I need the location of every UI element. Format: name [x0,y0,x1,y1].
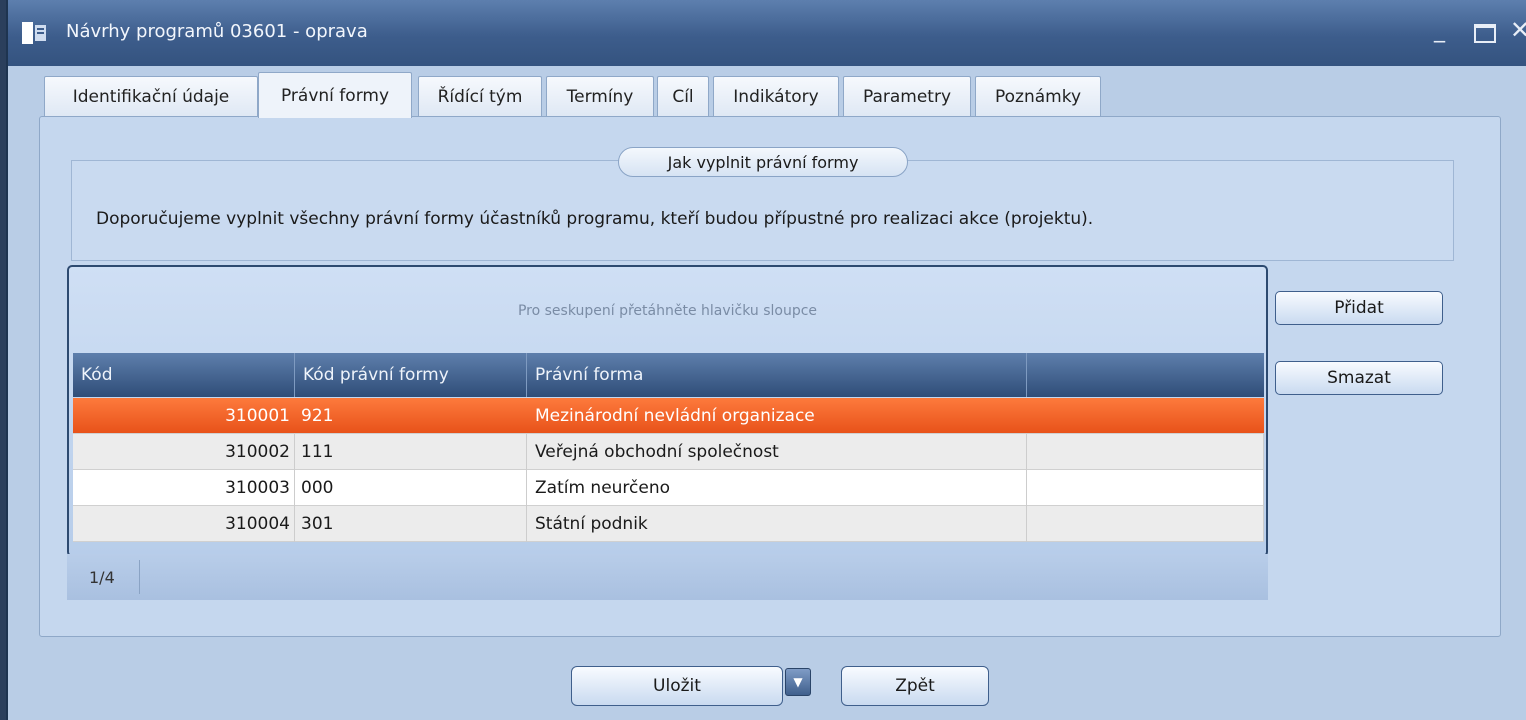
grid-header: Kód Kód právní formy Právní forma [73,353,1264,397]
cell-pravni-forma: Státní podnik [527,506,1027,542]
pager-divider [139,560,140,594]
cell-kod: 310003 [73,470,295,506]
add-button[interactable]: Přidat [1275,291,1443,325]
table-row-selected[interactable]: 310001 921 Mezinárodní nevládní organiza… [73,398,1264,434]
column-header-kod[interactable]: Kód [73,353,295,397]
cell-pravni-forma: Veřejná obchodní společnost [527,434,1027,470]
minimize-icon[interactable]: _ [1434,18,1456,44]
window-title: Návrhy programů 03601 - oprava [66,21,368,42]
legal-forms-grid: Pro seskupení přetáhněte hlavičku sloupc… [67,265,1268,557]
table-row[interactable]: 310002 111 Veřejná obchodní společnost [73,434,1264,470]
cell-kod-pravni-formy: 301 [295,506,527,542]
column-header-kod-pravni-formy[interactable]: Kód právní formy [295,353,527,397]
tab-terminy[interactable]: Termíny [546,76,654,116]
save-dropdown-icon[interactable]: ▼ [785,668,811,696]
cell-empty [1027,434,1264,470]
tab-ridici-tym[interactable]: Řídící tým [418,76,542,116]
tab-poznamky[interactable]: Poznámky [975,76,1101,116]
tab-panel-pravni-formy: Jak vyplnit právní formy Doporučujeme vy… [39,116,1501,637]
cell-empty [1027,470,1264,506]
cell-empty [1027,398,1264,434]
cell-empty [1027,506,1264,542]
group-by-hint[interactable]: Pro seskupení přetáhněte hlavičku sloupc… [69,303,1266,319]
main-window: Návrhy programů 03601 - oprava _ ✕ Ident… [6,0,1526,720]
tab-identifikacni-udaje[interactable]: Identifikační údaje [44,76,258,116]
close-icon[interactable]: ✕ [1510,16,1526,44]
cell-kod-pravni-formy: 000 [295,470,527,506]
record-counter: 1/4 [89,568,115,587]
column-header-pravni-forma[interactable]: Právní forma [527,353,1027,397]
info-group-box: Jak vyplnit právní formy Doporučujeme vy… [71,147,1454,261]
delete-button[interactable]: Smazat [1275,361,1443,395]
column-header-empty [1027,353,1264,397]
cell-kod: 310004 [73,506,295,542]
title-bar[interactable]: Návrhy programů 03601 - oprava _ ✕ [8,0,1526,66]
cell-pravni-forma: Mezinárodní nevládní organizace [535,406,815,426]
info-text: Doporučujeme vyplnit všechny právní form… [96,209,1094,229]
cell-kod: 310002 [73,434,295,470]
cell-kod-pravni-formy: 921 [301,406,334,426]
grid-pager: 1/4 [67,554,1268,600]
cell-kod: 310001 [225,406,290,426]
tab-parametry[interactable]: Parametry [843,76,971,116]
app-logo-icon [22,22,46,44]
tab-indikatory[interactable]: Indikátory [713,76,839,116]
info-legend: Jak vyplnit právní formy [618,147,908,177]
cell-pravni-forma: Zatím neurčeno [527,470,1027,506]
tab-cil[interactable]: Cíl [657,76,709,116]
maximize-icon[interactable] [1474,24,1496,43]
cell-kod-pravni-formy: 111 [295,434,527,470]
tab-pravni-formy[interactable]: Právní formy [258,72,412,118]
save-button[interactable]: Uložit [571,666,783,706]
table-row[interactable]: 310004 301 Státní podnik [73,506,1264,542]
table-row[interactable]: 310003 000 Zatím neurčeno [73,470,1264,506]
back-button[interactable]: Zpět [841,666,989,706]
